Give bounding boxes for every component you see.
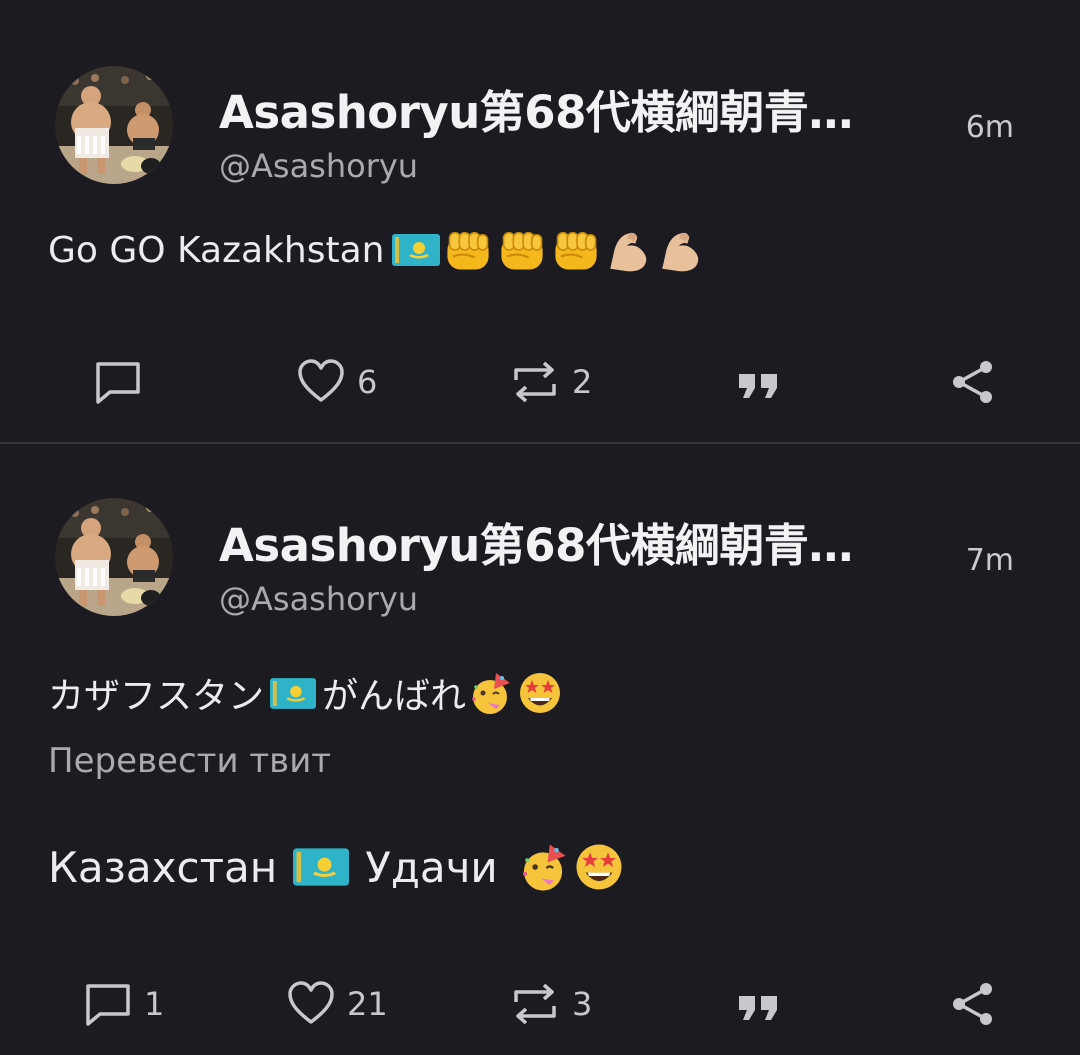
like-button[interactable]: 21 (287, 974, 388, 1034)
timestamp: 6m (965, 110, 1014, 145)
oncoming-fist-icon (550, 224, 602, 276)
retweet-button[interactable]: 3 (510, 974, 592, 1034)
flexed-biceps-icon (604, 225, 654, 275)
quote-icon (739, 374, 777, 398)
flag-kazakhstan-icon (392, 234, 440, 266)
share-icon (953, 983, 992, 1025)
flag-kazakhstan-icon (293, 848, 349, 886)
partying-face-icon (516, 840, 570, 894)
share-icon (953, 361, 992, 403)
translated-text: Казахстан Удачи (48, 840, 626, 894)
emoji-group (466, 669, 564, 717)
tweet-actions: 1 21 3 (0, 974, 1080, 1034)
star-struck-icon (516, 669, 564, 717)
tweet-actions: 6 2 (0, 352, 1080, 412)
display-name[interactable]: Asashoryu第68代横綱朝青… (219, 76, 853, 141)
retweet-button[interactable]: 2 (510, 352, 592, 412)
tweet-text-part: がんばれ (322, 676, 467, 717)
oncoming-fist-icon (496, 224, 548, 276)
reply-count: 1 (144, 985, 165, 1023)
user-handle[interactable]: @Asashoryu (219, 580, 418, 618)
tweet-text-content: Go GO Kazakhstan (48, 229, 385, 271)
emoji-group (516, 840, 626, 894)
oncoming-fist-icon (442, 224, 494, 276)
like-count: 6 (357, 363, 378, 401)
like-count: 21 (347, 985, 388, 1023)
tweet-text: Go GO Kazakhstan (48, 224, 706, 276)
reply-button[interactable]: 1 (84, 974, 164, 1034)
quote-button[interactable] (735, 352, 783, 412)
tweet-text: カザフスタン がんばれ (48, 667, 564, 719)
quote-icon (739, 996, 777, 1020)
reply-icon (96, 362, 140, 404)
user-handle[interactable]: @Asashoryu (219, 147, 418, 185)
timestamp: 7m (965, 543, 1014, 578)
translation-part: Казахстан (48, 842, 278, 892)
share-button[interactable] (950, 974, 996, 1034)
partying-face-icon (466, 669, 514, 717)
translate-tweet-link[interactable]: Перевести твит (48, 741, 331, 781)
retweet-icon (514, 983, 556, 1025)
translation-part: Удачи (365, 842, 498, 892)
tweet[interactable]: Asashoryu第68代横綱朝青… @Asashoryu 7m カザフスタン … (0, 444, 1080, 1055)
retweet-icon (514, 361, 556, 403)
reply-icon (86, 984, 130, 1026)
flexed-biceps-icon (656, 225, 706, 275)
share-button[interactable] (950, 352, 996, 412)
retweet-count: 2 (572, 363, 593, 401)
tweet-text-part: カザフスタン (48, 676, 265, 717)
avatar[interactable] (55, 66, 173, 184)
like-button[interactable]: 6 (297, 352, 377, 412)
reply-button[interactable] (94, 352, 154, 412)
heart-icon (298, 359, 344, 402)
retweet-count: 3 (572, 985, 593, 1023)
avatar[interactable] (55, 498, 173, 616)
tweet[interactable]: Asashoryu第68代横綱朝青… @Asashoryu 6m Go GO K… (0, 0, 1080, 442)
emoji-group (392, 224, 706, 276)
heart-icon (288, 981, 334, 1024)
quote-button[interactable] (735, 974, 783, 1034)
flag-kazakhstan-icon (270, 678, 316, 709)
star-struck-icon (572, 840, 626, 894)
display-name[interactable]: Asashoryu第68代横綱朝青… (219, 509, 853, 574)
